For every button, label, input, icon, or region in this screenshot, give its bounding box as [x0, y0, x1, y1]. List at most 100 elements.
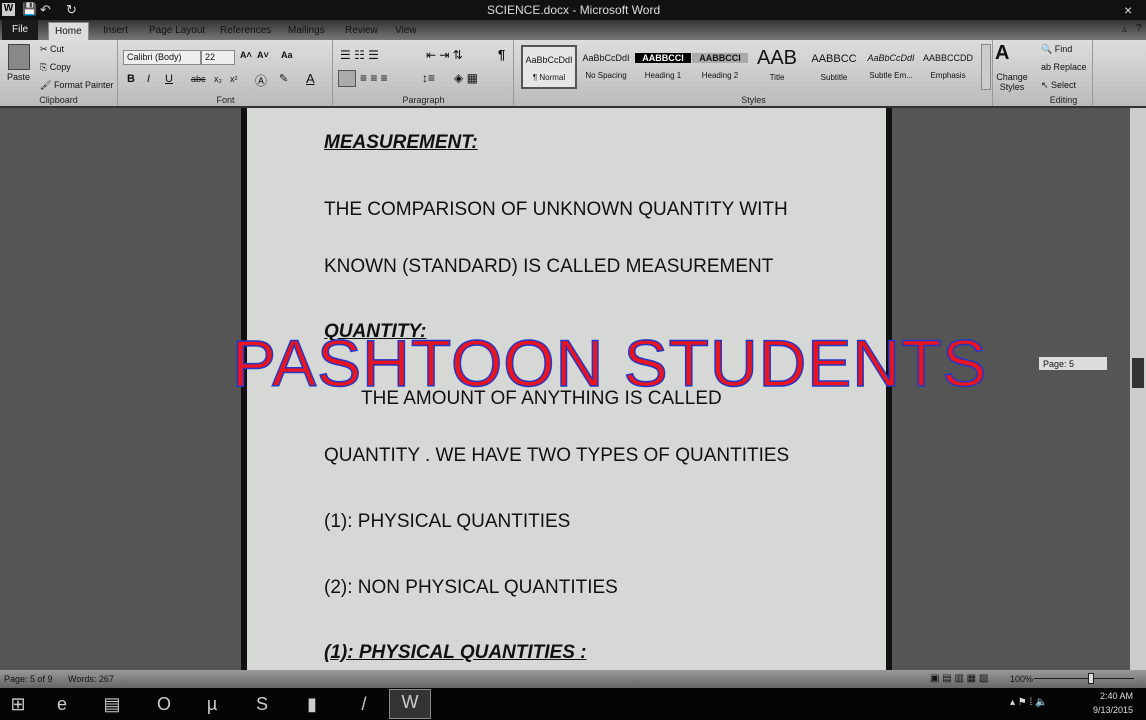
style-name: Heading 2	[701, 71, 739, 80]
align-icons[interactable]: ≡ ≡ ≡	[360, 71, 388, 85]
tab-page-layout[interactable]: Page Layout	[143, 22, 211, 40]
tab-view[interactable]: View	[389, 22, 423, 40]
show-formatting-button[interactable]: ¶	[498, 47, 505, 62]
clock-time[interactable]: 2:40 AM	[1093, 691, 1133, 701]
word-icon[interactable]: W	[2, 3, 15, 16]
subscript-button[interactable]: x₂	[214, 74, 222, 84]
skype-icon[interactable]: S	[250, 692, 274, 716]
superscript-button[interactable]: x²	[230, 74, 238, 84]
style-no-spacing[interactable]: AaBbCcDdI No Spacing	[578, 45, 634, 89]
style-subtle-emphasis[interactable]: AaBbCcDdI Subtle Em...	[863, 45, 919, 89]
word-taskbar-icon[interactable]: W	[389, 689, 431, 719]
close-button[interactable]: ×	[1124, 2, 1132, 18]
font-family-select[interactable]: Calibri (Body)	[123, 50, 201, 65]
page-tooltip: Page: 5	[1038, 356, 1108, 371]
style-heading-1[interactable]: AABBCCI Heading 1	[635, 45, 691, 89]
styles-scroll[interactable]	[981, 44, 991, 90]
text-effects-icon[interactable]: Ⓐ	[255, 72, 267, 89]
paragraph-line: QUANTITY . WE HAVE TWO TYPES OF QUANTITI…	[324, 445, 790, 466]
tray-icons[interactable]: ▴ ⚑ ⁞ 🔈	[1010, 697, 1048, 708]
change-styles-button[interactable]: Change Styles	[995, 72, 1029, 92]
undo-icon[interactable]: ↶	[40, 2, 51, 18]
style-preview: AABBCCI	[692, 53, 748, 63]
help-icon[interactable]: ?	[1136, 23, 1142, 34]
font-label: Font	[216, 95, 235, 105]
styles-group: AaBbCcDdI ¶ Normal AaBbCcDdI No Spacing AA…	[515, 40, 1028, 106]
select-label: Select	[1051, 80, 1077, 90]
bold-button[interactable]: B	[127, 73, 135, 85]
shading-icon[interactable]: ◈ ▦	[454, 71, 478, 85]
view-buttons[interactable]: ▣ ▤ ▥ ▦ ▧	[930, 673, 988, 684]
paragraph-line: THE COMPARISON OF UNKNOWN QUANTITY WITH	[324, 199, 788, 220]
style-name: No Spacing	[585, 71, 627, 80]
clipboard-group: Paste ✂ Cut ⎘ Copy 🖌 Format Painter Clip…	[0, 40, 118, 106]
minimize-ribbon-icon[interactable]: ▵	[1122, 24, 1127, 35]
highlight-icon[interactable]: ✎	[279, 72, 288, 85]
title-bar: W 💾 ↶ ↻ SCIENCE.docx - Microsoft Word ×	[0, 0, 1146, 20]
copy-button[interactable]: ⎘ Copy	[40, 62, 71, 73]
zoom-level[interactable]: 100%	[1010, 674, 1033, 684]
paste-button[interactable]: Paste	[7, 72, 30, 82]
status-bar: Page: 5 of 9 Words: 267 ▣ ▤ ▥ ▦ ▧ 100%	[0, 670, 1146, 688]
replace-label: Replace	[1053, 62, 1087, 72]
shrink-font-button[interactable]: A˅	[257, 50, 269, 60]
opera-icon[interactable]: O	[152, 692, 176, 716]
clock-date[interactable]: 9/13/2015	[1088, 705, 1133, 715]
underline-button[interactable]: U	[165, 73, 173, 85]
style-preview: AaBbCcDdI	[582, 53, 630, 63]
style-emphasis[interactable]: AABBCCDD Emphasis	[920, 45, 976, 89]
zoom-slider-thumb[interactable]	[1088, 673, 1094, 684]
bullets-icon[interactable]: ☰ ☷ ☰	[340, 48, 379, 62]
page-count[interactable]: Page: 5 of 9	[4, 674, 53, 684]
tab-file[interactable]: File	[2, 20, 39, 40]
font-size-select[interactable]: 22	[201, 50, 235, 65]
cut-button[interactable]: ✂ Cut	[40, 44, 64, 55]
replace-button[interactable]: ab Replace	[1041, 62, 1087, 72]
strikethrough-button[interactable]: abc	[191, 74, 206, 84]
align-left-button[interactable]	[338, 70, 356, 87]
pen-icon[interactable]: /	[352, 692, 376, 716]
list-item: (1): PHYSICAL QUANTITIES	[324, 511, 571, 532]
format-painter-button[interactable]: 🖌 Format Painter	[40, 80, 113, 91]
utorrent-icon[interactable]: µ	[200, 692, 224, 716]
change-case-button[interactable]: Aa	[281, 50, 293, 60]
editing-group: 🔍 Find ab Replace ↖ Select Editing	[1035, 40, 1093, 106]
paste-icon[interactable]	[8, 44, 30, 70]
scrollbar-thumb[interactable]	[1132, 358, 1144, 388]
style-name: Subtle Em...	[869, 71, 913, 80]
find-button[interactable]: 🔍 Find	[1041, 44, 1072, 55]
style-subtitle[interactable]: AABBCC Subtitle	[806, 45, 862, 89]
file-explorer-icon[interactable]: ▤	[100, 692, 124, 716]
change-styles-icon[interactable]: A	[995, 42, 1009, 65]
italic-button[interactable]: I	[147, 73, 150, 85]
tab-insert[interactable]: Insert	[97, 22, 134, 40]
watermark-text: PASHTOON STUDENTS	[231, 325, 988, 401]
style-name: Heading 1	[644, 71, 682, 80]
word-count[interactable]: Words: 267	[68, 674, 114, 684]
tab-review[interactable]: Review	[339, 22, 384, 40]
edge-icon[interactable]: e	[50, 692, 74, 716]
line-spacing-icon[interactable]: ↕≡	[422, 71, 435, 85]
window-title: SCIENCE.docx - Microsoft Word	[487, 3, 661, 17]
app-icon[interactable]: ▮	[300, 692, 324, 716]
redo-icon[interactable]: ↻	[66, 2, 77, 18]
vertical-scrollbar[interactable]	[1130, 108, 1146, 670]
grow-font-button[interactable]: A˄	[240, 50, 252, 60]
style-heading-2[interactable]: AABBCCI Heading 2	[692, 45, 748, 89]
indent-icon[interactable]: ⇤ ⇥ ⇅	[426, 48, 463, 62]
font-color-icon[interactable]: A	[306, 71, 315, 86]
style-normal[interactable]: AaBbCcDdI ¶ Normal	[521, 45, 577, 89]
start-icon[interactable]: ⊞	[6, 692, 30, 716]
zoom-slider[interactable]	[1034, 678, 1134, 679]
save-icon[interactable]: 💾	[22, 2, 37, 16]
style-preview: AABBCCI	[635, 53, 691, 63]
paragraph-group: ☰ ☷ ☰ ⇤ ⇥ ⇅ ¶ ≡ ≡ ≡ ↕≡ ◈ ▦ Paragraph	[334, 40, 514, 106]
format-painter-label: Format Painter	[53, 80, 114, 90]
tab-home[interactable]: Home	[48, 22, 89, 40]
style-title[interactable]: AAB Title	[749, 45, 805, 89]
styles-label: Styles	[741, 95, 766, 105]
style-preview: AAB	[756, 47, 798, 69]
tab-mailings[interactable]: Mailings	[282, 22, 331, 40]
select-button[interactable]: ↖ Select	[1041, 80, 1076, 91]
tab-references[interactable]: References	[214, 22, 277, 40]
